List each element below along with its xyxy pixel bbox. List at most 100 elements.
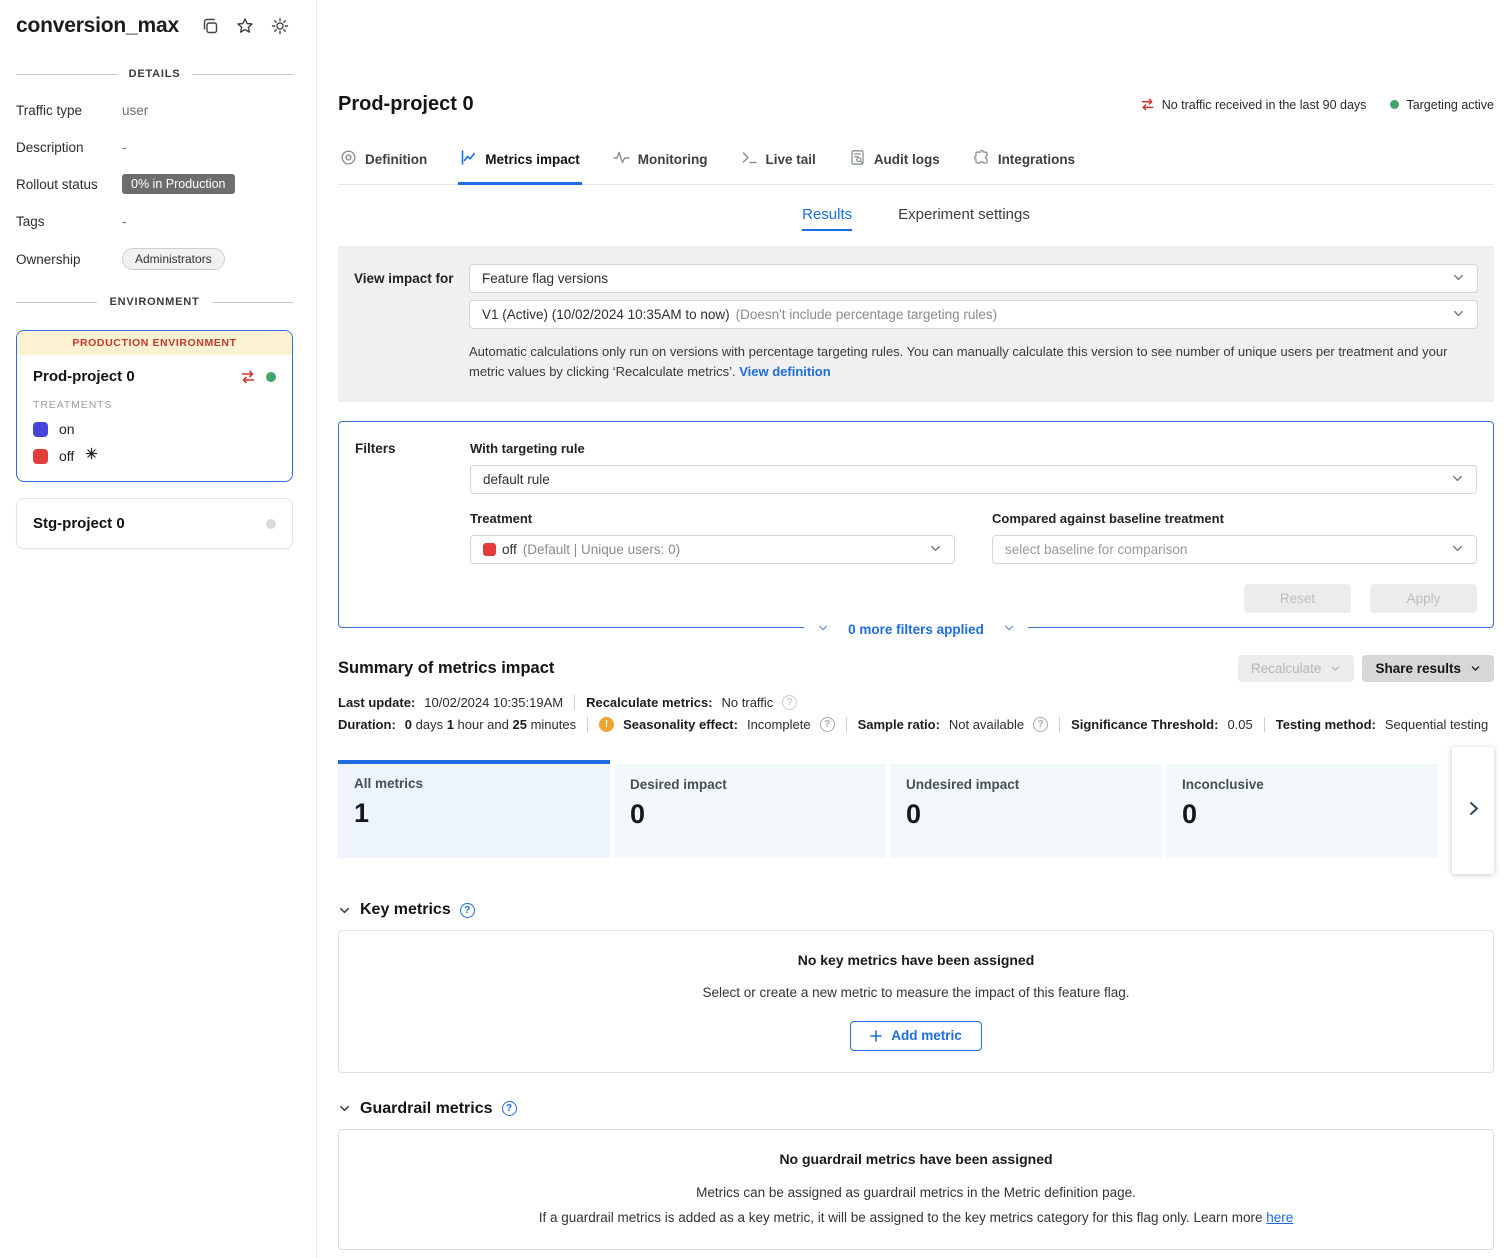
help-icon[interactable] [820,717,835,732]
summary-title: Summary of metrics impact [338,659,1238,678]
page: conversion_max DETAILS Traffic type user… [0,0,1510,1258]
chevron-down-icon [1451,472,1464,488]
view-impact-panel: View impact for Feature flag versions V1… [338,246,1494,402]
production-banner: PRODUCTION ENVIRONMENT [17,331,292,355]
treatment-off-swatch [483,543,496,556]
subtab-bar: Results Experiment settings [338,206,1494,231]
details-section: Traffic type user Description - Rollout … [16,100,293,270]
targeting-active-dot [1390,100,1399,109]
detail-row-ownership: Ownership Administrators [16,248,293,270]
environment-name: Stg-project 0 [33,515,266,532]
subtab-experiment-settings[interactable]: Experiment settings [898,206,1030,231]
environment-active-dot [266,372,276,382]
baseline-label: Compared against baseline treatment [992,511,1477,526]
view-impact-label: View impact for [354,264,469,382]
guardrail-metrics-heading[interactable]: Guardrail metrics [338,1100,1494,1118]
targeting-rule-label: With targeting rule [470,441,1477,456]
treatment-on-swatch [33,422,48,437]
subtab-results[interactable]: Results [802,206,852,231]
chevron-down-icon [1452,307,1465,323]
tab-bar: Definition Metrics impact Monitoring Liv… [338,149,1494,185]
tab-audit-logs[interactable]: Audit logs [847,149,942,185]
treatment-off-row: off [33,447,276,465]
treatments-label: TREATMENTS [33,399,276,411]
card-inconclusive[interactable]: Inconclusive 0 [1166,764,1438,858]
info-icon [782,695,797,710]
environment-card-production[interactable]: PRODUCTION ENVIRONMENT Prod-project 0 TR… [16,330,293,482]
help-icon[interactable] [502,1101,517,1116]
swap-arrows-icon [240,369,256,385]
version-type-dropdown[interactable]: Feature flag versions [469,264,1478,293]
baseline-dropdown[interactable]: select baseline for comparison [992,535,1477,564]
terminal-icon [741,149,758,169]
audit-log-icon [849,149,866,169]
card-all-metrics[interactable]: All metrics 1 [338,760,610,858]
chevron-down-icon [817,622,829,637]
treatment-on-row: on [33,421,276,437]
treatment-off-swatch [33,449,48,464]
version-help-text: Automatic calculations only run on versi… [469,342,1478,382]
environment-inactive-dot [266,519,276,529]
tab-definition[interactable]: Definition [338,149,429,185]
key-metrics-empty-card: No key metrics have been assigned Select… [338,930,1494,1072]
guardrail-line2: If a guardrail metrics is added as a key… [359,1208,1473,1228]
pulse-icon [613,149,630,169]
no-traffic-status: No traffic received in the last 90 days [1140,97,1367,112]
duration-value: 0 days 1 hour and 25 minutes [405,717,576,732]
impact-summary-cards: All metrics 1 Desired impact 0 Undesired… [338,747,1494,874]
warning-icon [599,717,614,732]
filters-box: Filters With targeting rule default rule… [338,421,1494,628]
add-metric-button[interactable]: Add metric [850,1021,982,1051]
filters-label: Filters [355,441,470,613]
ownership-pill[interactable]: Administrators [122,248,225,270]
chevron-down-icon [338,1102,351,1115]
chevron-down-icon [929,542,942,558]
page-title: Prod-project 0 [338,93,474,116]
copy-icon[interactable] [201,17,219,35]
chevron-down-icon [1003,622,1015,637]
settings-gear-icon[interactable] [271,17,289,35]
recalculate-button[interactable]: Recalculate [1238,655,1355,682]
more-filters-toggle[interactable]: 0 more filters applied [804,622,1028,637]
treatment-dropdown[interactable]: off (Default | Unique users: 0) [470,535,955,564]
version-dropdown[interactable]: V1 (Active) (10/02/2024 10:35AM to now) … [469,300,1478,329]
summary-stats-line-1: Last update: 10/02/2024 10:35:19AM Recal… [338,695,1494,710]
detail-row-rollout-status: Rollout status 0% in Production [16,174,293,194]
carousel-next-button[interactable] [1452,747,1494,874]
flag-title: conversion_max [16,14,179,38]
chevron-down-icon [1451,542,1464,558]
card-desired-impact[interactable]: Desired impact 0 [614,764,886,858]
tab-live-tail[interactable]: Live tail [739,149,818,185]
detail-row-description: Description - [16,137,293,157]
help-icon[interactable] [460,903,475,918]
tab-monitoring[interactable]: Monitoring [611,149,710,185]
key-metrics-heading[interactable]: Key metrics [338,901,1494,919]
tab-integrations[interactable]: Integrations [971,149,1077,185]
chevron-right-icon [1465,800,1482,822]
line-chart-icon [460,149,477,169]
sidebar: conversion_max DETAILS Traffic type user… [0,0,316,1258]
apply-button[interactable]: Apply [1370,584,1477,613]
default-treatment-asterisk-icon [85,447,98,465]
star-icon[interactable] [236,17,254,35]
card-undesired-impact[interactable]: Undesired impact 0 [890,764,1162,858]
puzzle-icon [973,149,990,169]
reset-button[interactable]: Reset [1244,584,1351,613]
chevron-down-icon [1452,271,1465,287]
rollout-status-badge: 0% in Production [122,174,235,194]
tab-metrics-impact[interactable]: Metrics impact [458,149,582,185]
main-header: Prod-project 0 No traffic received in th… [338,93,1494,116]
details-divider: DETAILS [16,68,293,80]
flag-header: conversion_max [16,14,293,38]
share-results-button[interactable]: Share results [1362,655,1494,682]
main-content: Prod-project 0 No traffic received in th… [316,0,1510,1258]
learn-more-link[interactable]: here [1266,1210,1293,1225]
view-definition-link[interactable]: View definition [739,364,831,379]
treatment-label: Treatment [470,511,955,526]
environment-card-staging[interactable]: Stg-project 0 [16,498,293,549]
detail-row-tags: Tags - [16,211,293,231]
targeting-rule-dropdown[interactable]: default rule [470,465,1477,494]
help-icon[interactable] [1033,717,1048,732]
swap-arrows-icon [1140,97,1155,112]
detail-row-traffic-type: Traffic type user [16,100,293,120]
